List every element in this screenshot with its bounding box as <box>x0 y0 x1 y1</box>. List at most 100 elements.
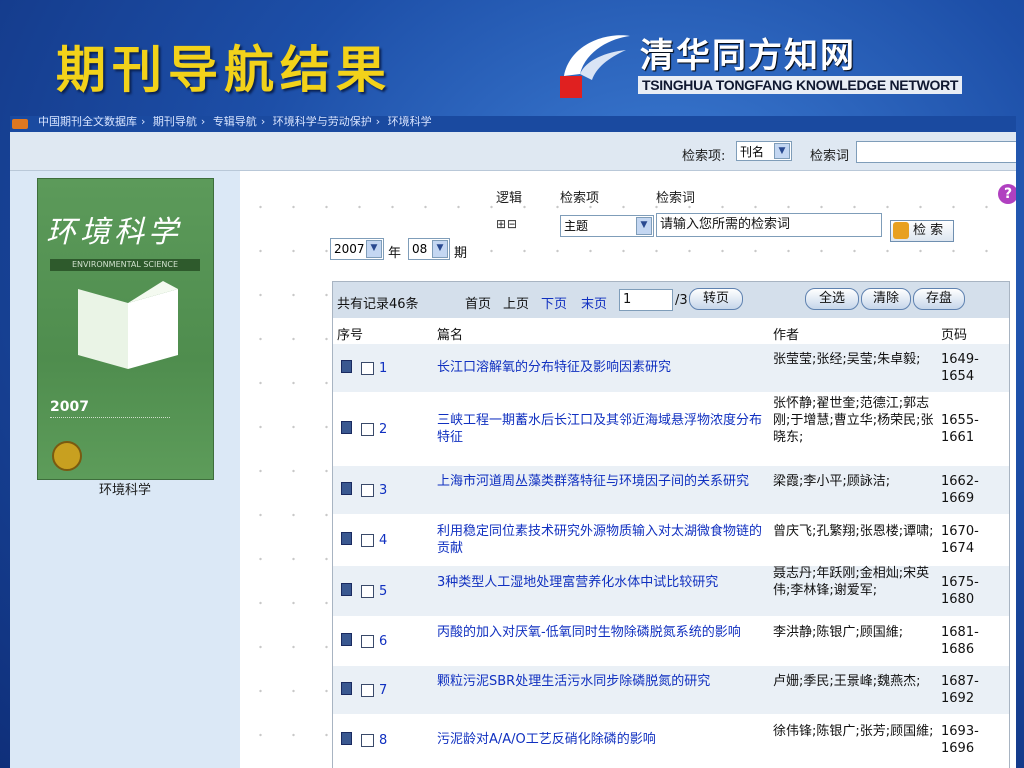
cnki-logo: 清华同方知网 TSINGHUA TONGFANG KNOWLEDGE NETWO… <box>556 24 996 104</box>
prev-page-link[interactable]: 上页 <box>503 293 529 312</box>
logic-label: 逻辑 <box>496 191 523 206</box>
issue-select[interactable]: 08 ▼ <box>408 238 450 260</box>
cover-year: 2007 <box>50 399 89 415</box>
article-title-link[interactable]: 长江口溶解氧的分布特征及影响因素研究 <box>437 359 767 376</box>
journal-caption[interactable]: 环境科学 <box>10 479 240 498</box>
table-row: 2 三峡工程一期蓄水后长江口及其邻近海域悬浮物浓度分布特征 张怀静;翟世奎;范德江;… <box>333 393 1009 466</box>
filter-keyword-input[interactable]: 请输入您所需的检索词 <box>656 213 882 237</box>
issue-unit-label: 期 <box>454 246 468 261</box>
row-checkbox[interactable] <box>361 534 374 547</box>
article-title-link[interactable]: 3种类型人工湿地处理富营养化水体中试比较研究 <box>437 574 767 591</box>
table-row: 8 污泥龄对A/A/O工艺反硝化除磷的影响 徐伟锋;陈银广;张芳;顾国維; 1693-… <box>333 715 1009 766</box>
column-header-seq: 序号 <box>337 328 364 343</box>
results-panel: 共有记录46条 首页 上页 下页 末页 1 /3 转页 全选 清除 存盘 序号 … <box>332 281 1010 768</box>
next-page-link[interactable]: 下页 <box>541 293 567 312</box>
breadcrumb-item[interactable]: 环境科学 <box>388 116 432 128</box>
article-pages: 1693-1696 <box>941 724 979 756</box>
keyword-input[interactable] <box>856 141 1016 163</box>
book-illustration-icon <box>78 281 178 369</box>
results-toolbar: 共有记录46条 首页 上页 下页 末页 1 /3 转页 全选 清除 存盘 <box>333 282 1009 318</box>
filter-field-value: 主题 <box>564 219 589 233</box>
filter-field-select[interactable]: 主题 ▼ <box>560 215 654 237</box>
article-pages: 1675-1680 <box>941 575 979 607</box>
article-title-link[interactable]: 利用稳定同位素技术研究外源物质输入对太湖微食物链的贡献 <box>437 523 767 557</box>
article-authors: 卢姗;季民;王景峰;魏燕杰; <box>773 674 921 689</box>
row-checkbox[interactable] <box>361 362 374 375</box>
column-header-author: 作者 <box>773 328 800 343</box>
article-pages: 1662-1669 <box>941 474 979 506</box>
document-icon[interactable] <box>341 583 352 596</box>
article-title-link[interactable]: 污泥龄对A/A/O工艺反硝化除磷的影响 <box>437 731 767 748</box>
breadcrumb-item[interactable]: 中国期刊全文数据库 <box>38 116 137 128</box>
document-icon[interactable] <box>341 482 352 495</box>
document-icon[interactable] <box>341 421 352 434</box>
year-select[interactable]: 2007 ▼ <box>330 238 384 260</box>
goto-page-button[interactable]: 转页 <box>689 288 743 310</box>
article-authors: 李洪静;陈银广;顾国維; <box>773 625 904 640</box>
article-pages: 1649-1654 <box>941 352 979 384</box>
search-field-select[interactable]: 刊名 ▼ <box>736 141 792 161</box>
logo-chinese-name: 清华同方知网 <box>640 36 856 76</box>
column-header-title: 篇名 <box>437 328 464 343</box>
results-table-header: 序号 篇名 作者 页码 <box>333 318 1009 345</box>
row-checkbox[interactable] <box>361 484 374 497</box>
cover-title: 环境科学 <box>46 215 182 250</box>
article-title-link[interactable]: 上海市河道周丛藻类群落特征与环境因子间的关系研究 <box>437 473 767 490</box>
slide-title: 期刊导航结果 <box>56 40 392 99</box>
page-number-input[interactable]: 1 <box>619 289 673 311</box>
column-header-pages: 页码 <box>941 328 968 343</box>
breadcrumb-item[interactable]: 期刊导航 <box>153 116 197 128</box>
article-title-link[interactable]: 丙酸的加入对厌氧-低氧同时生物除磷脱氮系统的影响 <box>437 624 767 641</box>
first-page-link[interactable]: 首页 <box>465 293 491 312</box>
journal-cover[interactable]: 环境科学 ENVIRONMENTAL SCIENCE 2007 <box>37 178 214 480</box>
row-number: 7 <box>379 683 388 698</box>
home-icon <box>12 119 28 129</box>
results-rows: 1 长江口溶解氧的分布特征及影响因素研究 张莹莹;张经;吴莹;朱卓毅; 1649-16… <box>333 344 1009 766</box>
document-icon[interactable] <box>341 360 352 373</box>
chevron-down-icon: ▼ <box>636 217 652 235</box>
row-checkbox[interactable] <box>361 585 374 598</box>
row-number: 1 <box>379 361 388 376</box>
row-number: 3 <box>379 483 388 498</box>
clear-button[interactable]: 清除 <box>861 288 911 310</box>
year-unit-label: 年 <box>388 246 402 261</box>
article-pages: 1681-1686 <box>941 625 979 657</box>
help-icon[interactable]: ? <box>998 184 1016 204</box>
search-button-label: 检 索 <box>913 223 944 238</box>
table-row: 6 丙酸的加入对厌氧-低氧同时生物除磷脱氮系统的影响 李洪静;陈银广;顾国維; 168… <box>333 617 1009 666</box>
filter-keyword-label: 检索词 <box>656 191 696 206</box>
article-title-link[interactable]: 三峡工程一期蓄水后长江口及其邻近海域悬浮物浓度分布特征 <box>437 412 767 446</box>
search-field-value: 刊名 <box>740 145 765 159</box>
document-icon[interactable] <box>341 633 352 646</box>
table-row: 3 上海市河道周丛藻类群落特征与环境因子间的关系研究 梁霞;李小平;顾詠洁; 1662… <box>333 466 1009 515</box>
select-all-button[interactable]: 全选 <box>805 288 859 310</box>
journal-panel: 环境科学 ENVIRONMENTAL SCIENCE 2007 环境科学 <box>10 171 240 768</box>
row-checkbox[interactable] <box>361 423 374 436</box>
document-icon[interactable] <box>341 682 352 695</box>
table-row: 5 3种类型人工湿地处理富营养化水体中试比较研究 聂志丹;年跃刚;金相灿;宋英伟;李… <box>333 566 1009 617</box>
breadcrumb-item[interactable]: 专辑导航 <box>213 116 257 128</box>
keyword-label: 检索词 <box>810 149 850 164</box>
main-content: 逻辑 检索项 检索词 ⊞⊟ 主题 ▼ 请输入您所需的检索词 检 索 ? 2007… <box>240 171 1016 768</box>
article-pages: 1687-1692 <box>941 674 979 706</box>
article-authors: 聂志丹;年跃刚;金相灿;宋英伟;李林锋;谢爱军; <box>773 566 930 598</box>
document-icon[interactable] <box>341 732 352 745</box>
search-field-label: 检索项: <box>682 149 726 164</box>
document-icon[interactable] <box>341 532 352 545</box>
add-remove-condition-icon[interactable]: ⊞⊟ <box>496 217 518 231</box>
row-number: 8 <box>379 733 388 748</box>
row-number: 6 <box>379 634 388 649</box>
browser-window: 中国期刊全文数据库 › 期刊导航 › 专辑导航 › 环境科学与劳动保护 › 环境科学 检… <box>10 116 1016 768</box>
search-button[interactable]: 检 索 <box>890 220 954 242</box>
article-title-link[interactable]: 颗粒污泥SBR处理生活污水同步除磷脱氮的研究 <box>437 673 767 690</box>
chevron-down-icon: ▼ <box>774 143 790 159</box>
article-authors: 张怀静;翟世奎;范德江;郭志刚;于增慧;曹立华;杨荣民;张晓东; <box>773 396 934 445</box>
row-checkbox[interactable] <box>361 635 374 648</box>
row-checkbox[interactable] <box>361 684 374 697</box>
row-checkbox[interactable] <box>361 734 374 747</box>
breadcrumb-item[interactable]: 环境科学与劳动保护 <box>273 116 372 128</box>
year-value: 2007 <box>334 242 365 256</box>
save-button[interactable]: 存盘 <box>913 288 965 310</box>
chevron-down-icon: ▼ <box>432 240 448 258</box>
last-page-link[interactable]: 末页 <box>581 293 607 312</box>
